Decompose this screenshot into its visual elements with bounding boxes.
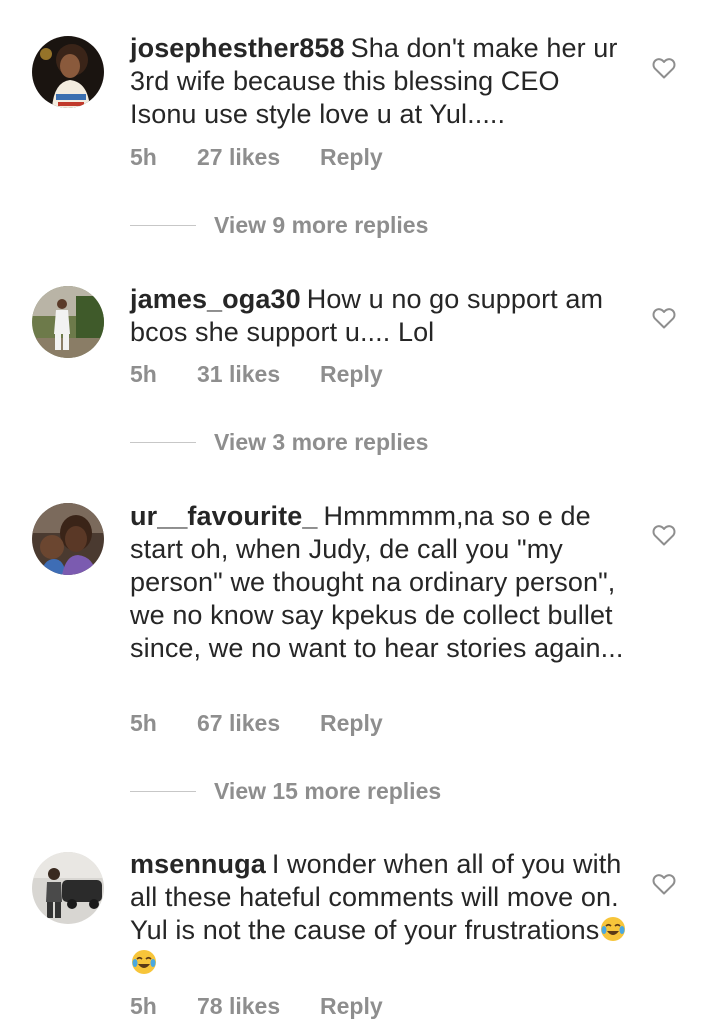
heart-outline-icon[interactable] bbox=[652, 873, 676, 895]
view-more-replies-button[interactable]: View 3 more replies bbox=[130, 429, 428, 456]
comment-time: 5h bbox=[130, 361, 157, 387]
comment-likes[interactable]: 31 likes bbox=[197, 361, 320, 388]
avatar[interactable] bbox=[32, 852, 104, 924]
comment-username[interactable]: msennuga bbox=[130, 849, 266, 879]
comment-meta: 5h 67 likes Reply bbox=[130, 710, 383, 737]
comment-text: ur__favourite_ Hmmmmm,na so e de start oh… bbox=[130, 500, 630, 665]
avatar[interactable] bbox=[32, 286, 104, 358]
heart-outline-icon[interactable] bbox=[652, 524, 676, 546]
comment-likes[interactable]: 78 likes bbox=[197, 993, 320, 1020]
comment-text: msennuga I wonder when all of you with al… bbox=[130, 848, 630, 980]
reply-button[interactable]: Reply bbox=[320, 710, 383, 737]
face-with-tears-of-joy-icon bbox=[131, 949, 157, 975]
heart-outline-icon[interactable] bbox=[652, 57, 676, 79]
reply-button[interactable]: Reply bbox=[320, 993, 383, 1020]
replies-divider bbox=[130, 791, 196, 792]
face-with-tears-of-joy-icon bbox=[600, 916, 626, 942]
heart-outline-icon[interactable] bbox=[652, 307, 676, 329]
comment-meta: 5h 27 likes Reply bbox=[130, 144, 383, 171]
comment-username[interactable]: james_oga30 bbox=[130, 284, 301, 314]
reply-button[interactable]: Reply bbox=[320, 144, 383, 171]
replies-divider bbox=[130, 442, 196, 443]
view-more-replies-button[interactable]: View 9 more replies bbox=[130, 212, 428, 239]
replies-divider bbox=[130, 225, 196, 226]
comment-text: james_oga30 How u no go support am bcos s… bbox=[130, 283, 630, 349]
comment-meta: 5h 78 likes Reply bbox=[130, 993, 383, 1020]
comment-likes[interactable]: 27 likes bbox=[197, 144, 320, 171]
view-replies-label[interactable]: View 15 more replies bbox=[214, 778, 441, 805]
comment-time: 5h bbox=[130, 993, 157, 1019]
view-more-replies-button[interactable]: View 15 more replies bbox=[130, 778, 441, 805]
comment-time: 5h bbox=[130, 710, 157, 736]
comment-meta: 5h 31 likes Reply bbox=[130, 361, 383, 388]
view-replies-label[interactable]: View 9 more replies bbox=[214, 212, 428, 239]
avatar[interactable] bbox=[32, 503, 104, 575]
comment-likes[interactable]: 67 likes bbox=[197, 710, 320, 737]
comment-username[interactable]: josephesther858 bbox=[130, 33, 345, 63]
avatar[interactable] bbox=[32, 36, 104, 108]
comment-text: josephesther858 Sha don't make her ur 3rd… bbox=[130, 32, 630, 131]
comment-time: 5h bbox=[130, 144, 157, 170]
reply-button[interactable]: Reply bbox=[320, 361, 383, 388]
view-replies-label[interactable]: View 3 more replies bbox=[214, 429, 428, 456]
comment-username[interactable]: ur__favourite_ bbox=[130, 501, 317, 531]
